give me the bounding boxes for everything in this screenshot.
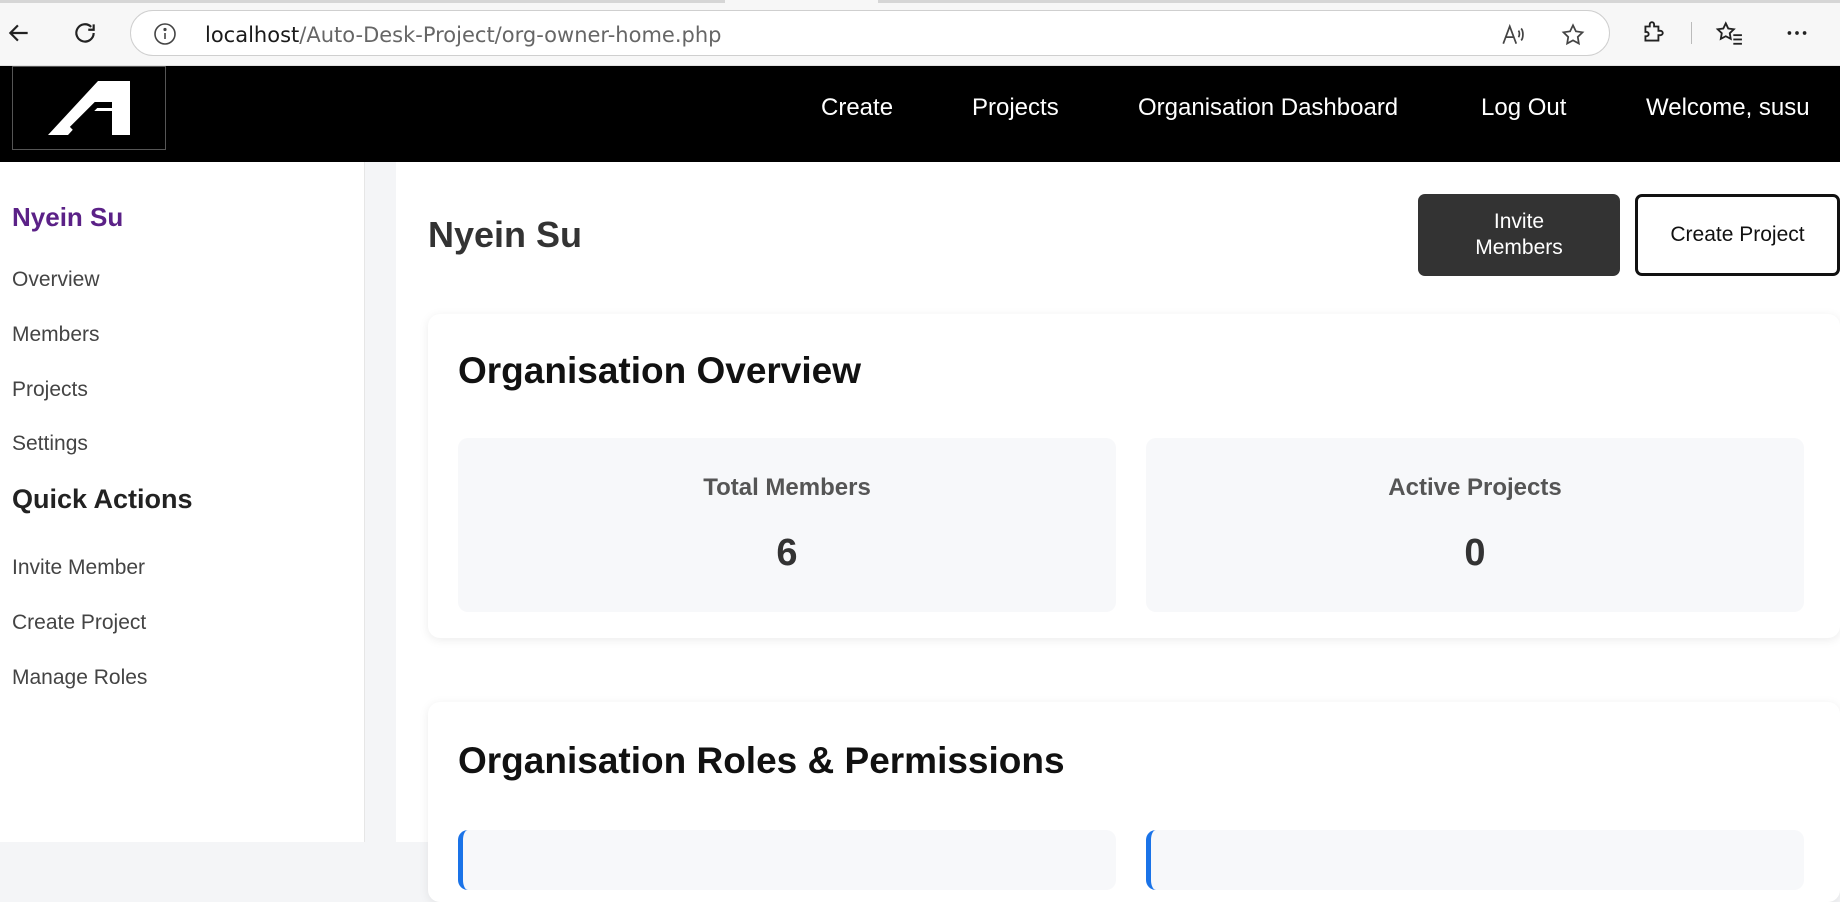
url-host: localhost [205, 23, 300, 47]
nav-logout-link[interactable]: Log Out [1481, 94, 1566, 122]
quick-action-create-project[interactable]: Create Project [12, 611, 146, 635]
url-text[interactable]: localhost/Auto-Desk-Project/org-owner-ho… [205, 23, 721, 47]
nav-projects-link[interactable]: Projects [972, 94, 1059, 122]
organisation-overview-card: Organisation Overview Total Members 6 Ac… [428, 314, 1840, 638]
more-menu-icon[interactable] [1778, 14, 1816, 52]
quick-action-manage-roles[interactable]: Manage Roles [12, 666, 147, 690]
sidebar-item-projects[interactable]: Projects [12, 378, 88, 402]
role-card [1146, 830, 1804, 890]
role-card [458, 830, 1116, 890]
invite-members-button[interactable]: Invite Members [1418, 194, 1620, 276]
overview-heading: Organisation Overview [458, 350, 862, 391]
sidebar-item-members[interactable]: Members [12, 323, 100, 347]
site-navbar: Create Projects Organisation Dashboard L… [0, 66, 1840, 162]
favorites-icon[interactable] [1710, 14, 1748, 52]
nav-welcome-user[interactable]: Welcome, susu [1646, 94, 1810, 122]
quick-actions-heading: Quick Actions [12, 484, 193, 514]
back-button[interactable] [0, 14, 38, 52]
url-path: /Auto-Desk-Project/org-owner-home.php [299, 23, 722, 47]
reload-button[interactable] [66, 14, 104, 52]
browser-toolbar: localhost/Auto-Desk-Project/org-owner-ho… [0, 0, 1840, 66]
stat-total-members: Total Members 6 [458, 438, 1116, 612]
stat-active-projects: Active Projects 0 [1146, 438, 1804, 612]
nav-organisation-dashboard-link[interactable]: Organisation Dashboard [1138, 94, 1398, 122]
autodesk-logo-icon [48, 81, 130, 135]
extensions-icon[interactable] [1634, 14, 1672, 52]
nav-create-link[interactable]: Create [821, 94, 893, 122]
sidebar-item-settings[interactable]: Settings [12, 432, 88, 456]
roles-permissions-card: Organisation Roles & Permissions [428, 702, 1840, 902]
site-logo[interactable] [12, 66, 166, 150]
site-info-icon[interactable] [153, 22, 177, 46]
toolbar-divider [1691, 22, 1692, 44]
stat-value: 6 [776, 532, 798, 574]
tab-strip-edge [878, 0, 1840, 3]
main-content: Nyein Su Invite Members Create Project O… [396, 162, 1840, 902]
reload-icon [75, 23, 95, 43]
roles-heading: Organisation Roles & Permissions [458, 740, 1065, 781]
read-aloud-icon[interactable] [1499, 21, 1527, 49]
page-title: Nyein Su [428, 214, 583, 255]
tab-strip-edge [0, 0, 725, 3]
back-arrow-icon [8, 24, 28, 42]
sidebar-item-overview[interactable]: Overview [12, 268, 100, 292]
create-project-button[interactable]: Create Project [1635, 194, 1840, 276]
sidebar-org-name: Nyein Su [12, 202, 124, 232]
stat-label: Total Members [703, 474, 871, 501]
stat-value: 0 [1464, 532, 1486, 574]
address-bar[interactable]: localhost/Auto-Desk-Project/org-owner-ho… [130, 10, 1610, 56]
sidebar: Nyein Su Overview Members Projects Setti… [0, 162, 365, 842]
favorite-star-icon[interactable] [1559, 21, 1587, 49]
quick-action-invite-member[interactable]: Invite Member [12, 556, 145, 580]
stat-label: Active Projects [1388, 474, 1562, 501]
